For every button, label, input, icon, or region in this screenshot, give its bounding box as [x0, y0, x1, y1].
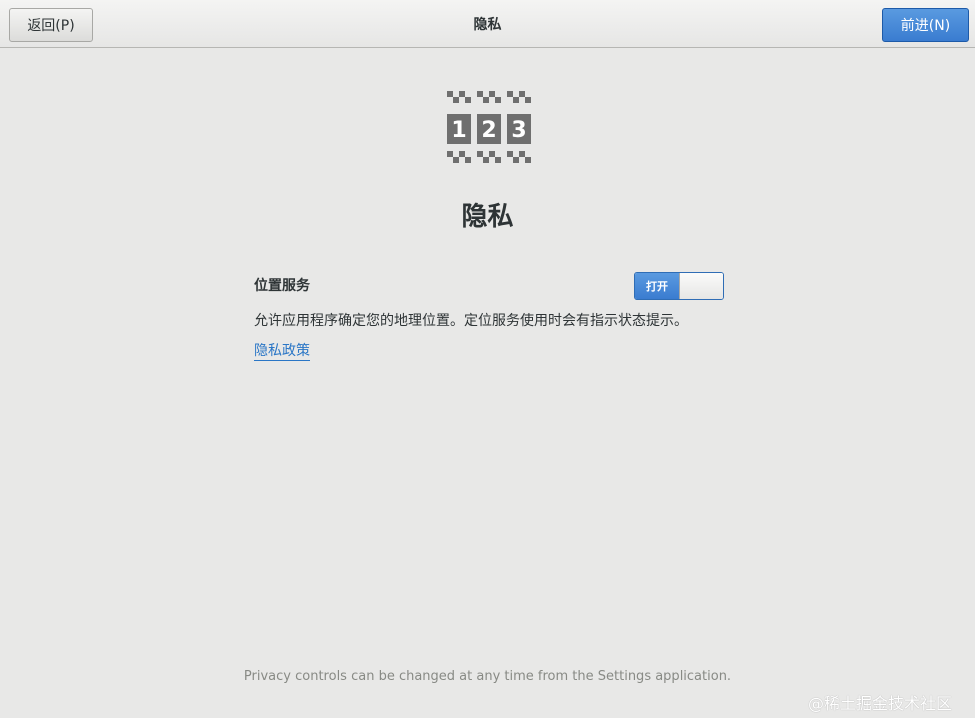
location-services-description: 允许应用程序确定您的地理位置。定位服务使用时会有指示状态提示。	[254, 313, 688, 329]
watermark: @稀土掘金技术社区	[808, 694, 953, 713]
location-services-label: 位置服务	[254, 278, 310, 294]
back-button[interactable]: 返回(P)	[9, 8, 93, 42]
header-bar: 隐私 返回(P) 前进(N)	[0, 0, 975, 48]
header-title: 隐私	[473, 17, 502, 33]
privacy-policy-link[interactable]: 隐私政策	[254, 340, 310, 361]
next-button[interactable]: 前进(N)	[882, 8, 969, 42]
footer-note: Privacy controls can be changed at any t…	[243, 669, 732, 684]
location-services-switch[interactable]: 打开	[634, 272, 724, 300]
switch-on-label: 打开	[635, 273, 679, 299]
logo-digit-1: 1	[451, 118, 466, 143]
initial-setup-window: 隐私 返回(P) 前进(N) 1 2 3 隐私 位置服务 打开 允许应用程序确定…	[0, 0, 975, 718]
page-title: 隐私	[461, 202, 514, 232]
logo-digit-2: 2	[481, 118, 496, 143]
initial-setup-123-icon: 1 2 3	[447, 91, 531, 163]
logo-digit-3: 3	[511, 118, 526, 143]
switch-knob[interactable]	[679, 273, 723, 299]
